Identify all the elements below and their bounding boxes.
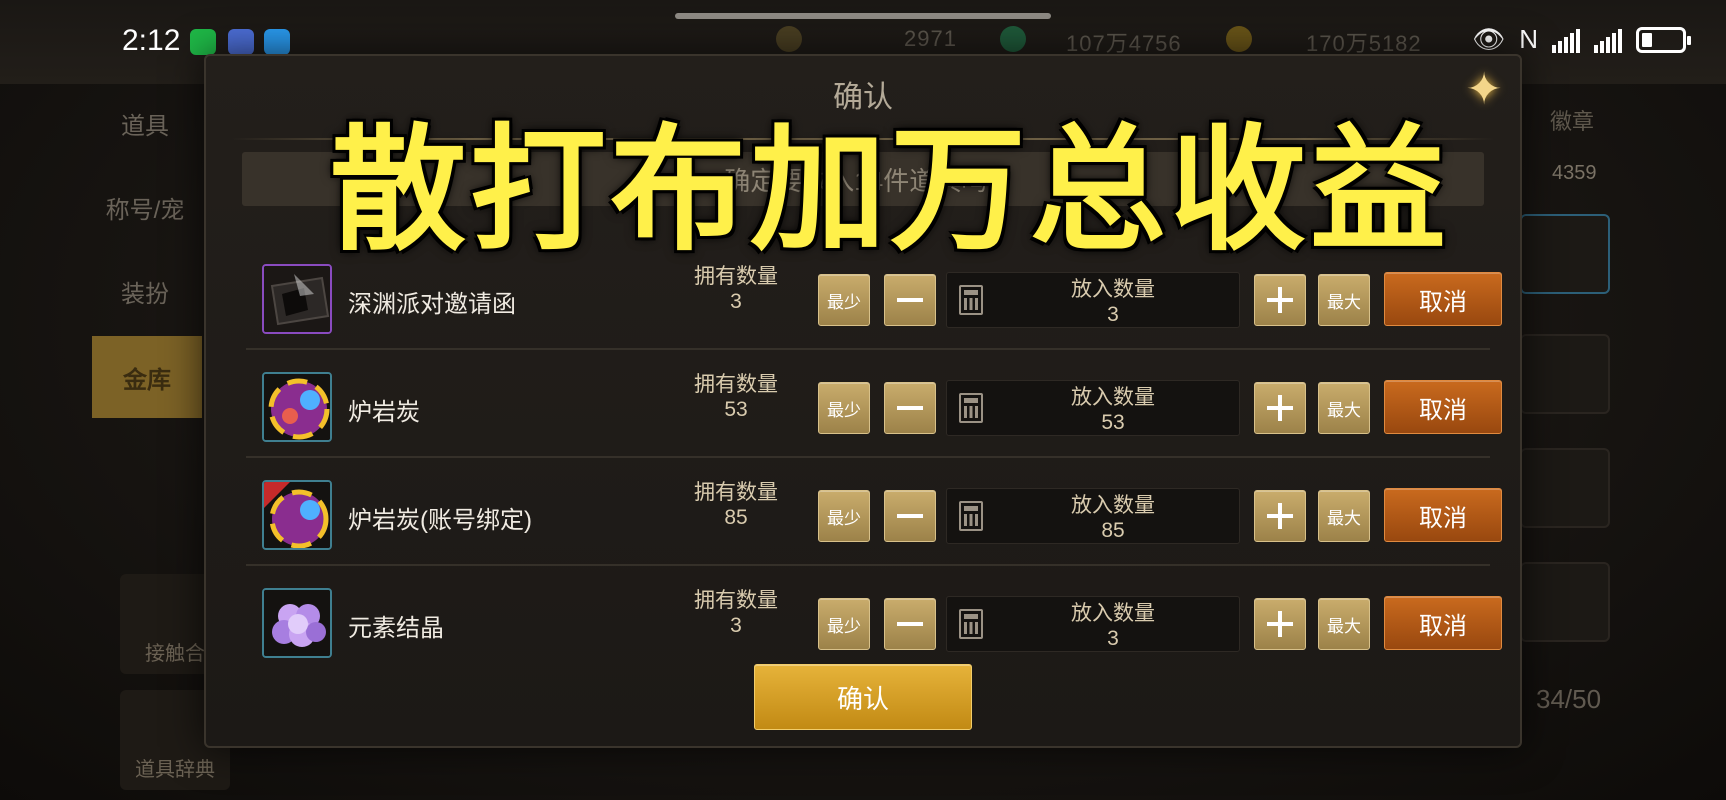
- eye-icon: 👁: [1472, 24, 1506, 54]
- bg-value: 4359: [1552, 162, 1597, 184]
- bg-tab-outfit[interactable]: 装扮: [90, 256, 200, 326]
- put-value: 53: [1101, 411, 1125, 434]
- owned-count: 拥有数量 3: [686, 588, 786, 638]
- invitation-card-icon: [262, 264, 332, 334]
- cancel-item-button[interactable]: 取消: [1384, 272, 1502, 326]
- increment-button[interactable]: [1254, 382, 1306, 434]
- calculator-icon[interactable]: [959, 285, 983, 315]
- overlay-caption: 散打布加万总收益: [330, 112, 1450, 270]
- owned-label: 拥有数量: [694, 589, 778, 612]
- decrement-button[interactable]: [884, 598, 936, 650]
- put-label: 放入数量: [1071, 602, 1155, 625]
- min-button[interactable]: 最少: [818, 382, 870, 434]
- item-name: 元素结晶: [348, 615, 444, 642]
- owned-count: 拥有数量 85: [686, 480, 786, 530]
- bg-slot[interactable]: [1520, 334, 1610, 414]
- put-count: 放入数量 85: [987, 493, 1239, 543]
- lava-coal-orb-icon: [262, 372, 332, 442]
- min-button[interactable]: 最少: [818, 274, 870, 326]
- minus-icon: [897, 622, 923, 626]
- bg-slot[interactable]: [1520, 562, 1610, 642]
- max-button[interactable]: 最大: [1318, 382, 1370, 434]
- increment-button[interactable]: [1254, 274, 1306, 326]
- owned-value: 85: [724, 506, 748, 529]
- nfc-icon: N: [1519, 24, 1538, 54]
- owned-label: 拥有数量: [694, 373, 778, 396]
- cancel-item-button[interactable]: 取消: [1384, 380, 1502, 434]
- item-row: 元素结晶 拥有数量 3 最少 放入数量 3 最大 取消: [246, 566, 1502, 674]
- gold-icon: [1226, 26, 1252, 52]
- put-value: 3: [1107, 303, 1119, 326]
- put-value: 85: [1101, 519, 1125, 542]
- put-count: 放入数量 3: [987, 277, 1239, 327]
- bg-slot[interactable]: [1520, 214, 1610, 294]
- owned-count: 拥有数量 53: [686, 372, 786, 422]
- gesture-pill[interactable]: [675, 13, 1051, 19]
- item-row: 炉岩炭 拥有数量 53 最少 放入数量 53 最大 取消: [246, 350, 1502, 458]
- put-label: 放入数量: [1071, 278, 1155, 301]
- plus-icon: [1267, 611, 1293, 637]
- item-list[interactable]: 深渊派对邀请函 拥有数量 3 最少 放入数量 3 最大 取消 炉岩炭 拥有数量 53 …: [246, 242, 1502, 692]
- status-time: 2:12: [122, 24, 181, 57]
- battery-icon: [1636, 26, 1691, 53]
- bg-tab-vault[interactable]: 金库: [92, 336, 202, 418]
- calculator-icon[interactable]: [959, 609, 983, 639]
- put-count: 放入数量 53: [987, 385, 1239, 435]
- minus-icon: [897, 514, 923, 518]
- decrement-button[interactable]: [884, 274, 936, 326]
- message-app-icon: [264, 29, 290, 55]
- max-button[interactable]: 最大: [1318, 274, 1370, 326]
- close-star-icon[interactable]: ✦: [1458, 64, 1510, 116]
- increment-button[interactable]: [1254, 598, 1306, 650]
- min-button[interactable]: 最少: [818, 490, 870, 542]
- put-label: 放入数量: [1071, 494, 1155, 517]
- put-count: 放入数量 3: [987, 601, 1239, 651]
- increment-button[interactable]: [1254, 490, 1306, 542]
- max-button[interactable]: 最大: [1318, 490, 1370, 542]
- item-name: 炉岩炭: [348, 399, 420, 426]
- bg-tab-titles[interactable]: 称号/宠: [90, 172, 200, 242]
- put-value: 3: [1107, 627, 1119, 650]
- min-button[interactable]: 最少: [818, 598, 870, 650]
- status-icons: 👁 N: [1472, 24, 1691, 55]
- bg-capacity-counter: 34/50: [1536, 684, 1602, 714]
- gem-icon: [1000, 26, 1026, 52]
- owned-label: 拥有数量: [694, 481, 778, 504]
- wechat-icon: [190, 29, 216, 55]
- lava-coal-bound-icon: [262, 480, 332, 550]
- plus-icon: [1267, 503, 1293, 529]
- minus-icon: [897, 406, 923, 410]
- put-label: 放入数量: [1071, 386, 1155, 409]
- calculator-icon[interactable]: [959, 501, 983, 531]
- owned-value: 3: [730, 290, 742, 313]
- decrement-button[interactable]: [884, 490, 936, 542]
- signal-icon-2: [1594, 27, 1622, 53]
- item-name: 深渊派对邀请函: [348, 291, 516, 318]
- cancel-item-button[interactable]: 取消: [1384, 596, 1502, 650]
- bg-tab-items[interactable]: 道具: [90, 88, 200, 158]
- plus-icon: [1267, 395, 1293, 421]
- bg-slot[interactable]: [1520, 448, 1610, 528]
- signal-icon: [1552, 27, 1580, 53]
- bg-tab-badge[interactable]: 徽章: [1550, 104, 1594, 136]
- coin-icon: [776, 26, 802, 52]
- owned-value: 53: [724, 398, 748, 421]
- cancel-item-button[interactable]: 取消: [1384, 488, 1502, 542]
- quantity-input[interactable]: 放入数量 3: [946, 596, 1240, 652]
- element-crystal-icon: [262, 588, 332, 658]
- confirm-button[interactable]: 确认: [754, 664, 972, 730]
- currency-value: 2971: [904, 26, 957, 51]
- quantity-input[interactable]: 放入数量 53: [946, 380, 1240, 436]
- minus-icon: [897, 298, 923, 302]
- max-button[interactable]: 最大: [1318, 598, 1370, 650]
- item-row: 炉岩炭(账号绑定) 拥有数量 85 最少 放入数量 85 最大 取消: [246, 458, 1502, 566]
- plus-icon: [1267, 287, 1293, 313]
- notes-app-icon: [228, 29, 254, 55]
- owned-value: 3: [730, 614, 742, 637]
- quantity-input[interactable]: 放入数量 85: [946, 488, 1240, 544]
- item-name: 炉岩炭(账号绑定): [348, 507, 532, 534]
- calculator-icon[interactable]: [959, 393, 983, 423]
- decrement-button[interactable]: [884, 382, 936, 434]
- quantity-input[interactable]: 放入数量 3: [946, 272, 1240, 328]
